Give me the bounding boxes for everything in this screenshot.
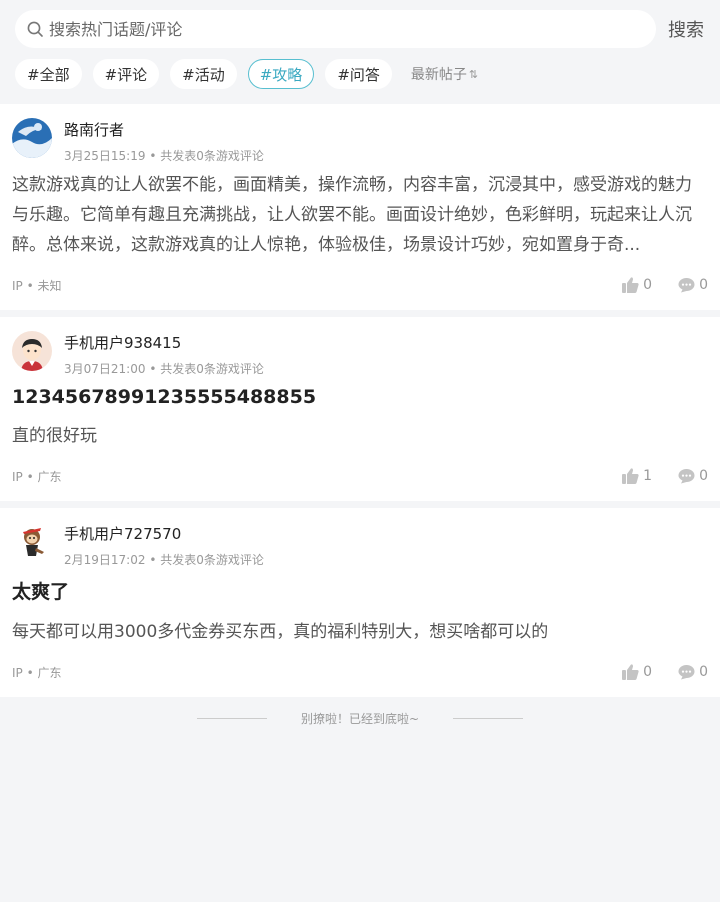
topic-tabs: #全部 #评论 #活动 #攻略 #问答 最新帖子 ⇅ — [15, 59, 478, 89]
post-meta: 3月25日15:19 • 共发表0条游戏评论 — [64, 149, 264, 163]
tab-all[interactable]: #全部 — [15, 59, 82, 89]
tab-guide[interactable]: #攻略 — [247, 59, 315, 89]
like-count: 0 — [643, 277, 653, 293]
search-button[interactable]: 搜索 — [668, 16, 704, 42]
post-title: 太爽了 — [12, 581, 70, 603]
author-info: 手机用户938415 3月07日21:00 • 共发表0条游戏评论 — [64, 331, 264, 383]
post-footer: IP • 未知 0 0 — [12, 260, 708, 310]
author-row: 路南行者 3月25日15:19 • 共发表0条游戏评论 — [12, 104, 708, 170]
sort-label: 最新帖子 — [410, 67, 467, 83]
like-count: 0 — [643, 664, 653, 680]
comment-button[interactable]: 0 — [678, 277, 708, 293]
tab-review[interactable]: #评论 — [92, 59, 160, 89]
comment-bubble-icon — [678, 469, 695, 484]
comment-button[interactable]: 0 — [678, 468, 708, 484]
author-review-count: 共发表0条游戏评论 — [160, 362, 264, 376]
author-name[interactable]: 手机用户938415 — [64, 332, 264, 353]
author-name[interactable]: 路南行者 — [64, 119, 264, 140]
like-button[interactable]: 0 — [622, 277, 652, 293]
post-title: 12345678991235555488855 — [12, 386, 317, 408]
sort-arrows-icon: ⇅ — [468, 67, 479, 81]
author-name[interactable]: 手机用户727570 — [64, 523, 264, 544]
avatar[interactable] — [12, 118, 52, 158]
post-time: 3月25日15:19 — [64, 149, 146, 163]
post-time: 3月07日21:00 — [64, 362, 146, 376]
search-row: 搜索 — [15, 10, 708, 48]
header: 搜索 #全部 #评论 #活动 #攻略 #问答 最新帖子 ⇅ — [0, 0, 720, 104]
like-count: 1 — [643, 468, 653, 484]
author-review-count: 共发表0条游戏评论 — [160, 149, 264, 163]
thumb-up-icon — [622, 468, 639, 484]
comment-count: 0 — [699, 468, 708, 484]
divider — [453, 717, 524, 719]
tab-event[interactable]: #活动 — [170, 59, 237, 89]
post-card[interactable]: 路南行者 3月25日15:19 • 共发表0条游戏评论 这款游戏真的让人欲罢不能… — [0, 104, 720, 310]
ip-location: IP • 未知 — [12, 278, 62, 293]
post-stats: 0 0 — [596, 664, 708, 680]
post-meta: 2月19日17:02 • 共发表0条游戏评论 — [64, 553, 264, 567]
search-box[interactable] — [15, 10, 656, 48]
sort-dropdown[interactable]: 最新帖子 ⇅ — [411, 64, 478, 84]
post-footer: IP • 广东 1 0 — [12, 451, 708, 501]
search-icon — [27, 20, 45, 38]
thumb-up-icon — [622, 664, 639, 680]
post-content: 直的很好玩 — [12, 426, 97, 446]
author-row: 手机用户938415 3月07日21:00 • 共发表0条游戏评论 — [12, 317, 708, 383]
author-review-count: 共发表0条游戏评论 — [160, 553, 264, 567]
author-row: 手机用户727570 2月19日17:02 • 共发表0条游戏评论 — [12, 508, 708, 574]
comment-count: 0 — [699, 664, 708, 680]
ip-location: IP • 广东 — [12, 665, 62, 680]
comment-bubble-icon — [678, 665, 695, 680]
author-info: 路南行者 3月25日15:19 • 共发表0条游戏评论 — [64, 118, 264, 170]
avatar[interactable] — [12, 331, 52, 371]
post-card[interactable]: 手机用户727570 2月19日17:02 • 共发表0条游戏评论 太爽了 每天… — [0, 508, 720, 697]
comment-bubble-icon — [678, 278, 695, 293]
post-footer: IP • 广东 0 0 — [12, 647, 708, 697]
divider — [196, 717, 267, 719]
tab-qa[interactable]: #问答 — [325, 59, 392, 89]
post-content: 每天都可以用3000多代金券买东西，真的福利特别大，想买啥都可以的 — [12, 622, 549, 642]
post-meta: 3月07日21:00 • 共发表0条游戏评论 — [64, 362, 264, 376]
search-input[interactable] — [49, 19, 609, 39]
thumb-up-icon — [622, 277, 639, 293]
post-stats: 0 0 — [596, 277, 708, 293]
post-content: 这款游戏真的让人欲罢不能，画面精美，操作流畅，内容丰富，沉浸其中，感受游戏的魅力… — [12, 175, 692, 255]
like-button[interactable]: 0 — [622, 664, 652, 680]
comment-count: 0 — [699, 277, 708, 293]
end-text: 别撩啦！已经到底啦~ — [300, 711, 420, 726]
author-info: 手机用户727570 2月19日17:02 • 共发表0条游戏评论 — [64, 522, 264, 574]
end-of-list-indicator: 别撩啦！已经到底啦~ — [0, 697, 720, 739]
comment-button[interactable]: 0 — [678, 664, 708, 680]
ip-location: IP • 广东 — [12, 469, 62, 484]
post-stats: 1 0 — [596, 468, 708, 484]
like-button[interactable]: 1 — [622, 468, 652, 484]
avatar[interactable] — [12, 522, 52, 562]
post-card[interactable]: 手机用户938415 3月07日21:00 • 共发表0条游戏评论 123456… — [0, 317, 720, 501]
post-time: 2月19日17:02 — [64, 553, 146, 567]
